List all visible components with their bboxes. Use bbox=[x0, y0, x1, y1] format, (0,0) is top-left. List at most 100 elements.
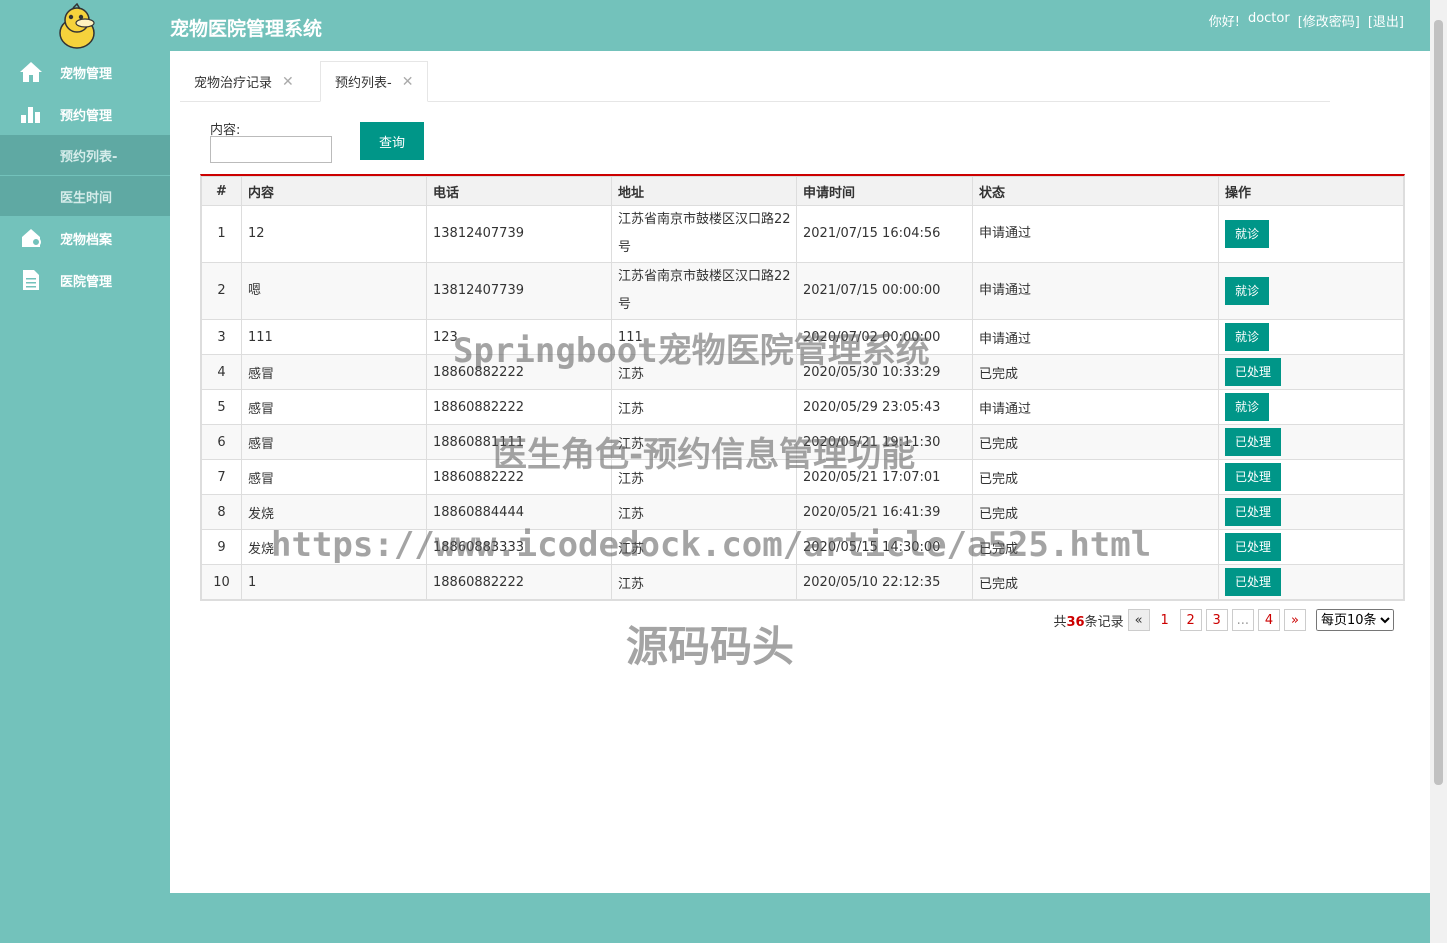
table-cell-content: 发烧 bbox=[241, 494, 427, 530]
column-header: 内容 bbox=[241, 176, 427, 206]
table-cell-content: 感冒 bbox=[241, 354, 427, 390]
prev-page-button[interactable]: « bbox=[1127, 609, 1150, 631]
table-header-row: # 内容 电话 地址 申请时间 状态 操作 bbox=[201, 176, 1404, 206]
table-cell-content: 1 bbox=[241, 564, 427, 600]
sidebar-item-label: 宠物管理 bbox=[60, 66, 113, 82]
table-row: 7 感冒 18860882222 江苏 2020/05/21 17:07:01 已完成 已处… bbox=[201, 459, 1404, 495]
user-area: 你好! doctor [修改密码] [退出] bbox=[1209, 11, 1404, 30]
table-cell-time: 2020/05/21 19:11:30 bbox=[796, 424, 973, 460]
sidebar-item-pet-files[interactable]: 宠物档案 bbox=[0, 218, 170, 258]
processed-button[interactable]: 已处理 bbox=[1225, 358, 1282, 386]
processed-button[interactable]: 已处理 bbox=[1225, 533, 1282, 561]
table-cell-address: 江苏 bbox=[611, 424, 797, 460]
table-cell-action: 已处理 bbox=[1218, 459, 1404, 495]
column-header: 申请时间 bbox=[796, 176, 973, 206]
table-row: 6 感冒 18860881111 江苏 2020/05/21 19:11:30 已完成 已处… bbox=[201, 424, 1404, 460]
visit-button[interactable]: 就诊 bbox=[1225, 393, 1270, 421]
processed-button[interactable]: 已处理 bbox=[1225, 463, 1282, 491]
table-cell-time: 2020/05/10 22:12:35 bbox=[796, 564, 973, 600]
main-content: 宠物治疗记录 ✕ 预约列表- ✕ 内容: 查询 # 内容 电话 地址 申请时间 … bbox=[170, 51, 1430, 893]
table-cell-content: 嗯 bbox=[241, 262, 427, 320]
table-cell-time: 2021/07/15 00:00:00 bbox=[796, 262, 973, 320]
table-cell-action: 已处理 bbox=[1218, 354, 1404, 390]
table-cell-n: 8 bbox=[201, 494, 242, 530]
table-cell-address: 江苏 bbox=[611, 529, 797, 565]
username-text: doctor bbox=[1247, 11, 1290, 26]
tab-pet-treatment-records[interactable]: 宠物治疗记录 ✕ bbox=[180, 61, 308, 102]
sidebar-subitem-label: 医生时间 bbox=[60, 190, 113, 206]
page-ellipsis: ... bbox=[1231, 609, 1254, 631]
total-count: 36 bbox=[1066, 614, 1085, 630]
sidebar: 宠物管理 预约管理 预约列表- 医生时间 宠物档案 医院管理 bbox=[0, 0, 170, 943]
table-cell-phone: 18860882222 bbox=[426, 354, 612, 390]
visit-button[interactable]: 就诊 bbox=[1225, 219, 1270, 248]
sidebar-item-label: 预约管理 bbox=[60, 108, 113, 124]
table-cell-action: 就诊 bbox=[1218, 319, 1404, 355]
visit-button[interactable]: 就诊 bbox=[1225, 323, 1270, 351]
table-cell-address: 111 bbox=[611, 319, 797, 355]
close-icon[interactable]: ✕ bbox=[402, 74, 414, 90]
column-header: 操作 bbox=[1218, 176, 1404, 206]
table-cell-content: 感冒 bbox=[241, 459, 427, 495]
table-cell-time: 2020/05/21 17:07:01 bbox=[796, 459, 973, 495]
table-cell-action: 已处理 bbox=[1218, 529, 1404, 565]
sidebar-item-appointment-management[interactable]: 预约管理 bbox=[0, 94, 170, 134]
page-button[interactable]: 2 bbox=[1179, 609, 1202, 631]
page-button[interactable]: 3 bbox=[1205, 609, 1228, 631]
table-cell-phone: 18860882222 bbox=[426, 564, 612, 600]
visit-button[interactable]: 就诊 bbox=[1225, 276, 1270, 305]
tab-label: 宠物治疗记录 bbox=[194, 76, 273, 91]
column-header: 地址 bbox=[611, 176, 797, 206]
table-cell-time: 2020/05/30 10:33:29 bbox=[796, 354, 973, 390]
table-cell-status: 已完成 bbox=[972, 354, 1219, 390]
table-cell-status: 申请通过 bbox=[972, 319, 1219, 355]
table-cell-time: 2020/05/15 14:30:00 bbox=[796, 529, 973, 565]
logout-link[interactable]: [退出] bbox=[1368, 11, 1404, 30]
close-icon[interactable]: ✕ bbox=[282, 74, 294, 90]
bar-chart-icon bbox=[18, 102, 44, 126]
table-cell-n: 9 bbox=[201, 529, 242, 565]
column-header: 状态 bbox=[972, 176, 1219, 206]
sidebar-subitem-appointment-list[interactable]: 预约列表- bbox=[0, 135, 170, 175]
table-cell-phone: 13812407739 bbox=[426, 205, 612, 263]
total-prefix: 共 bbox=[1053, 614, 1067, 630]
table-cell-status: 申请通过 bbox=[972, 262, 1219, 320]
per-page-select[interactable]: 每页10条 bbox=[1316, 609, 1394, 631]
table-cell-address: 江苏省南京市鼓楼区汉口路22号 bbox=[611, 262, 797, 320]
total-suffix: 条记录 bbox=[1084, 614, 1124, 630]
scrollbar[interactable] bbox=[1430, 0, 1447, 943]
table-row: 1 12 13812407739 江苏省南京市鼓楼区汉口路22号 2021/07/15 … bbox=[201, 205, 1404, 263]
processed-button[interactable]: 已处理 bbox=[1225, 498, 1282, 526]
sidebar-item-pet-management[interactable]: 宠物管理 bbox=[0, 52, 170, 92]
pagination: 共36条记录 « 1 2 3 ... 4 » 每页10条 bbox=[1053, 609, 1394, 631]
table-cell-action: 已处理 bbox=[1218, 564, 1404, 600]
table-cell-address: 江苏 bbox=[611, 354, 797, 390]
table-cell-n: 1 bbox=[201, 205, 242, 263]
processed-button[interactable]: 已处理 bbox=[1225, 568, 1282, 596]
sidebar-subitem-doctor-time[interactable]: 医生时间 bbox=[0, 176, 170, 216]
table-cell-phone: 18860882222 bbox=[426, 389, 612, 425]
table-cell-time: 2021/07/15 16:04:56 bbox=[796, 205, 973, 263]
processed-button[interactable]: 已处理 bbox=[1225, 428, 1282, 456]
query-button[interactable]: 查询 bbox=[360, 122, 424, 160]
table-cell-phone: 18860883333 bbox=[426, 529, 612, 565]
table-cell-address: 江苏省南京市鼓楼区汉口路22号 bbox=[611, 205, 797, 263]
next-page-button[interactable]: » bbox=[1284, 609, 1306, 631]
table-row: 3 111 123 111 2020/07/02 00:00:00 申请通过 就诊 bbox=[201, 319, 1404, 355]
greeting-text: 你好! bbox=[1208, 15, 1240, 30]
sidebar-item-hospital-management[interactable]: 医院管理 bbox=[0, 260, 170, 300]
page-button[interactable]: 1 bbox=[1154, 609, 1176, 631]
change-password-link[interactable]: [修改密码] bbox=[1298, 11, 1360, 30]
table-cell-content: 111 bbox=[241, 319, 427, 355]
scrollbar-thumb[interactable] bbox=[1434, 20, 1443, 785]
page-button[interactable]: 4 bbox=[1258, 609, 1280, 631]
table-cell-n: 6 bbox=[201, 424, 242, 460]
table-row: 8 发烧 18860884444 江苏 2020/05/21 16:41:39 已完成 已处… bbox=[201, 494, 1404, 530]
duck-logo-icon bbox=[55, 2, 99, 49]
table-cell-status: 已完成 bbox=[972, 564, 1219, 600]
content-search-input[interactable] bbox=[210, 136, 332, 163]
sidebar-item-label: 医院管理 bbox=[60, 274, 113, 290]
tab-label: 预约列表- bbox=[335, 76, 392, 91]
tab-appointment-list[interactable]: 预约列表- ✕ bbox=[320, 61, 429, 102]
table-cell-phone: 18860881111 bbox=[426, 424, 612, 460]
